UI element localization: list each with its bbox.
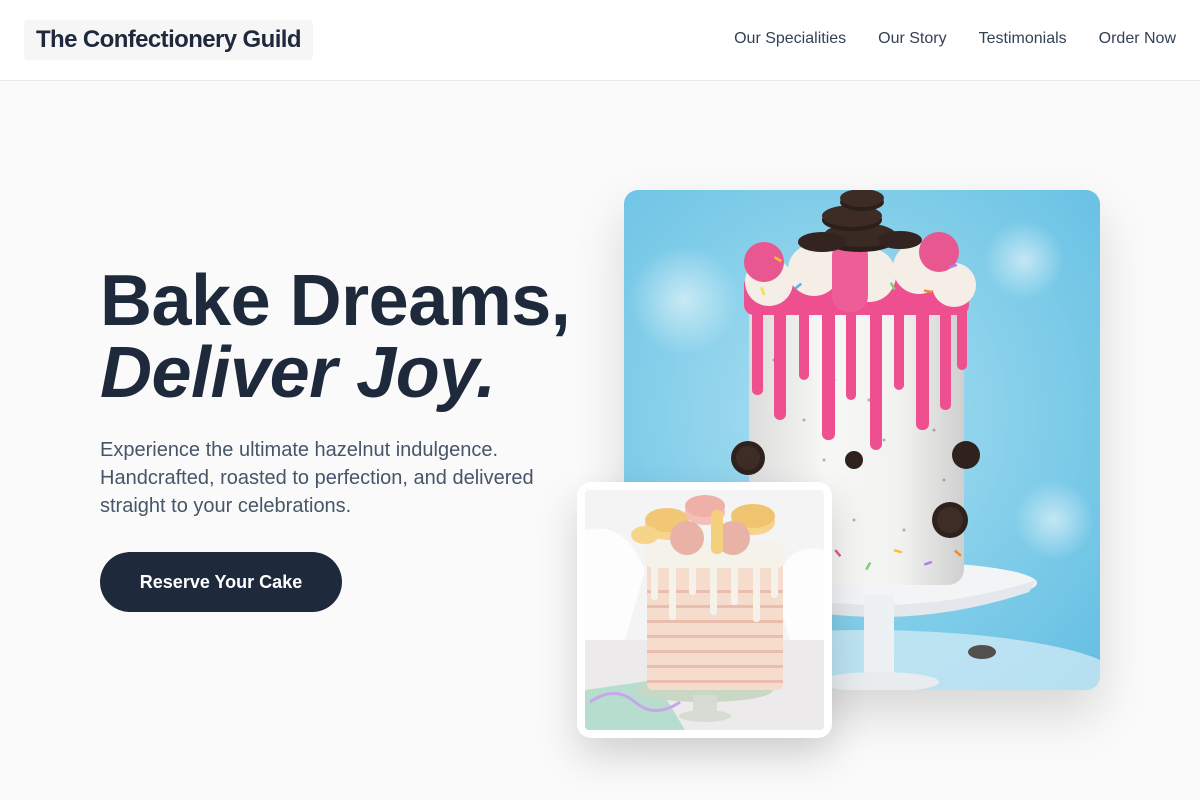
site-header: The Confectionery Guild Our Specialities… [0, 0, 1200, 81]
hero-title-line-2: Deliver Joy. [100, 333, 496, 413]
nav-link-testimonials[interactable]: Testimonials [979, 28, 1067, 50]
brand-logo[interactable]: The Confectionery Guild [24, 20, 313, 60]
macaron-cake-image [585, 490, 824, 730]
hero-title-line-1: Bake Dreams, [100, 261, 571, 341]
nav-link-our-story[interactable]: Our Story [878, 28, 946, 50]
hero-subtitle: Experience the ultimate hazelnut indulge… [100, 439, 534, 517]
nav-link-specialities[interactable]: Our Specialities [734, 28, 846, 50]
main-nav: Our Specialities Our Story Testimonials … [734, 28, 1176, 50]
reserve-cake-button[interactable]: Reserve Your Cake [100, 552, 342, 612]
secondary-cake-card [577, 482, 832, 738]
hero-title: Bake Dreams, Deliver Joy. [100, 265, 571, 413]
nav-link-order-now[interactable]: Order Now [1099, 28, 1176, 50]
